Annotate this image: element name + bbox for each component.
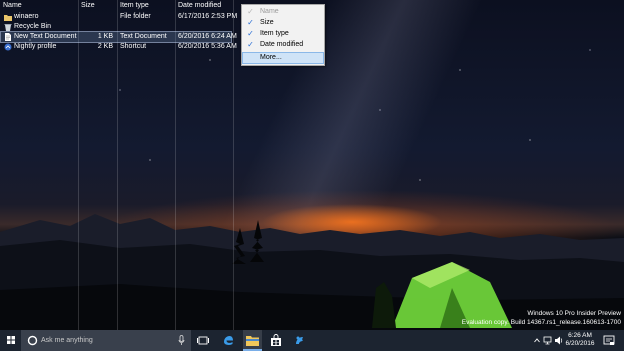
action-center-icon[interactable] <box>602 330 616 351</box>
file-size: 1 KB <box>97 33 113 40</box>
column-header-item-type[interactable]: Item type <box>120 1 149 11</box>
search-placeholder: Ask me anything <box>41 337 93 344</box>
watermark-build: Evaluation copy. Build 14367.rs1_release… <box>461 319 621 326</box>
file-date: 6/20/2016 5:36 AM <box>178 43 237 50</box>
cortana-icon <box>27 335 38 346</box>
column-context-menu: ✓ Name ✓ Size ✓ Item type ✓ Date modifie… <box>241 4 325 66</box>
column-header-size[interactable]: Size <box>81 1 95 11</box>
file-row[interactable]: Recycle Bin <box>1 22 231 32</box>
taskbar: Ask me anything 6:26 AM 6/20/2016 <box>0 330 624 351</box>
checkmark-icon: ✓ <box>247 18 254 27</box>
menu-item-item-type[interactable]: ✓ Item type <box>243 29 323 39</box>
file-type: Shortcut <box>120 43 147 50</box>
file-date: 6/17/2016 2:53 PM <box>178 13 238 20</box>
microphone-icon[interactable] <box>178 335 185 346</box>
file-name: Nightly profile <box>14 43 57 50</box>
checkmark-icon: ✓ <box>247 40 254 49</box>
network-icon[interactable] <box>543 330 553 351</box>
chevron-up-icon[interactable] <box>533 330 541 351</box>
file-type: Text Document <box>120 33 167 40</box>
file-row[interactable]: winaero File folder 6/17/2016 2:53 PM <box>1 12 237 22</box>
edge-icon[interactable] <box>220 330 236 351</box>
file-name: New Text Document <box>14 33 77 40</box>
menu-item-more[interactable]: More... <box>242 52 324 64</box>
app-icon[interactable] <box>292 330 308 351</box>
start-button-windows-icon[interactable] <box>4 330 18 351</box>
file-date: 6/20/2016 6:24 AM <box>178 33 237 40</box>
column-header-name[interactable]: Name <box>3 1 22 11</box>
file-explorer-taskbar-button[interactable] <box>243 330 262 351</box>
file-row-selected[interactable]: New Text Document 1 KB Text Document 6/2… <box>0 31 237 43</box>
menu-item-date-modified[interactable]: ✓ Date modified <box>243 40 323 50</box>
clock-date: 6/20/2016 <box>565 340 595 347</box>
file-row[interactable]: Nightly profile 2 KB Shortcut 6/20/2016 … <box>1 42 237 52</box>
clock-time: 6:26 AM <box>568 332 592 339</box>
file-name: Recycle Bin <box>14 23 51 30</box>
menu-item-name[interactable]: ✓ Name <box>243 7 323 17</box>
checkmark-icon: ✓ <box>247 7 254 16</box>
text-document-icon <box>5 33 11 41</box>
shortcut-icon <box>4 43 12 51</box>
checkmark-icon: ✓ <box>247 29 254 38</box>
search-box[interactable]: Ask me anything <box>21 330 191 351</box>
file-size: 2 KB <box>97 43 113 50</box>
clock[interactable]: 6:26 AM 6/20/2016 <box>563 332 597 348</box>
recycle-bin-icon <box>4 24 12 31</box>
column-header-date-modified[interactable]: Date modified <box>178 1 221 11</box>
menu-item-size[interactable]: ✓ Size <box>243 18 323 28</box>
store-icon[interactable] <box>268 330 284 351</box>
file-name: winaero <box>14 13 39 20</box>
task-view-icon[interactable] <box>195 330 211 351</box>
file-type: File folder <box>120 13 151 20</box>
file-explorer-icon <box>246 336 259 346</box>
folder-icon <box>4 15 12 21</box>
watermark-edition: Windows 10 Pro Insider Preview <box>527 310 621 317</box>
